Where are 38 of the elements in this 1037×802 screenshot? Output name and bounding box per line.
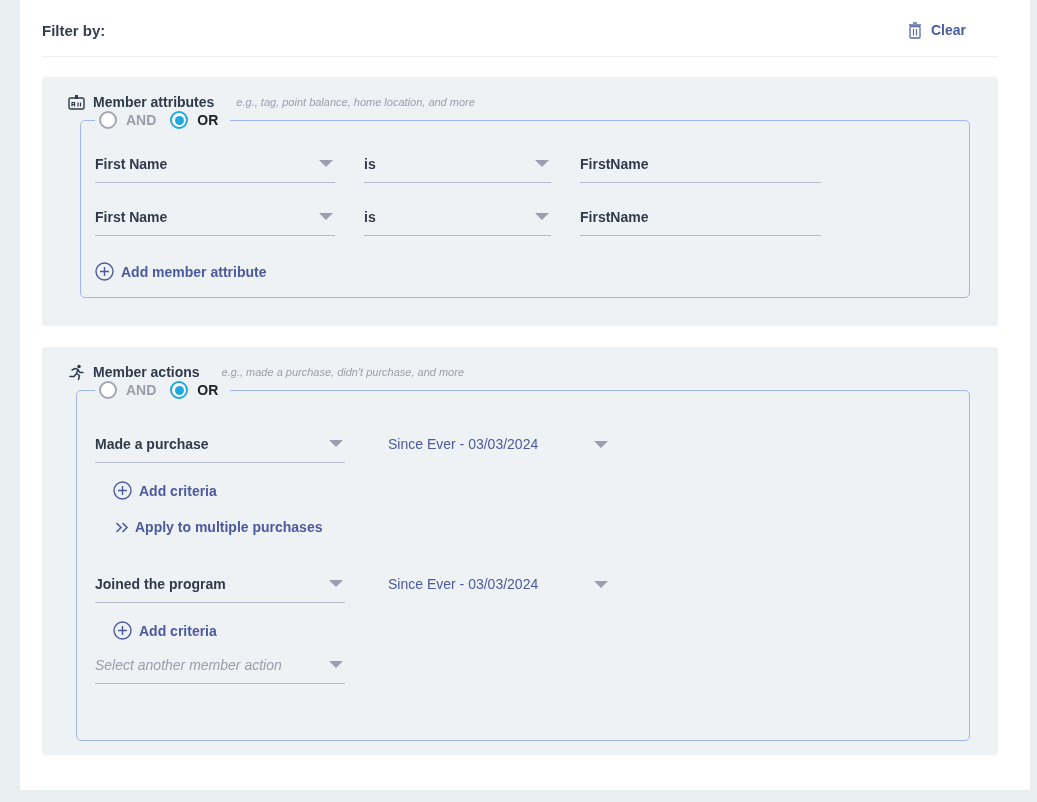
caret-icon: [329, 580, 343, 587]
action-dropdown[interactable]: Joined the program: [95, 565, 345, 603]
logic-radio[interactable]: OR: [170, 381, 219, 399]
attribute-dropdown[interactable]: First Name: [95, 198, 335, 236]
operator-dropdown[interactable]: is: [364, 145, 551, 183]
add-criteria-button[interactable]: Add criteria: [113, 481, 951, 500]
logic-radio[interactable]: OR: [170, 111, 219, 129]
plus-circle-icon: [95, 262, 114, 281]
add-member-attribute-button[interactable]: Add member attribute: [95, 262, 267, 281]
caret-icon: [535, 160, 549, 167]
id-badge-icon: [68, 94, 85, 110]
apply-multiple-link[interactable]: Apply to multiple purchases: [115, 519, 951, 535]
clear-button[interactable]: Clear: [907, 21, 966, 39]
caret-icon: [535, 213, 549, 220]
section-title: Member attributes: [93, 94, 215, 110]
section-title: Member actions: [93, 364, 200, 380]
trash-icon: [907, 21, 922, 39]
caret-icon: [319, 160, 333, 167]
running-person-icon: [68, 363, 85, 381]
caret-icon: [594, 440, 608, 448]
date-range-dropdown[interactable]: Since Ever - 03/03/2024: [388, 425, 610, 463]
plus-circle-icon: [113, 621, 132, 640]
operator-dropdown[interactable]: is: [364, 198, 551, 236]
value-input-field[interactable]: FirstName: [580, 145, 821, 183]
filter-title: Filter by:: [42, 21, 106, 39]
section-hint: e.g., tag, point balance, home location, and more: [236, 96, 475, 108]
attribute-dropdown[interactable]: First Name: [95, 145, 335, 183]
caret-icon: [319, 213, 333, 220]
caret-icon: [329, 661, 343, 668]
section-hint: e.g., made a purchase, didn't purchase, and more: [221, 366, 464, 378]
caret-icon: [594, 580, 608, 588]
add-criteria-button[interactable]: Add criteria: [113, 621, 951, 640]
plus-circle-icon: [113, 481, 132, 500]
double-chevron-icon: [115, 521, 129, 533]
value-input-field[interactable]: FirstName: [580, 198, 821, 236]
action-dropdown[interactable]: Made a purchase: [95, 425, 345, 463]
date-range-dropdown[interactable]: Since Ever - 03/03/2024: [388, 565, 610, 603]
caret-icon: [329, 440, 343, 447]
